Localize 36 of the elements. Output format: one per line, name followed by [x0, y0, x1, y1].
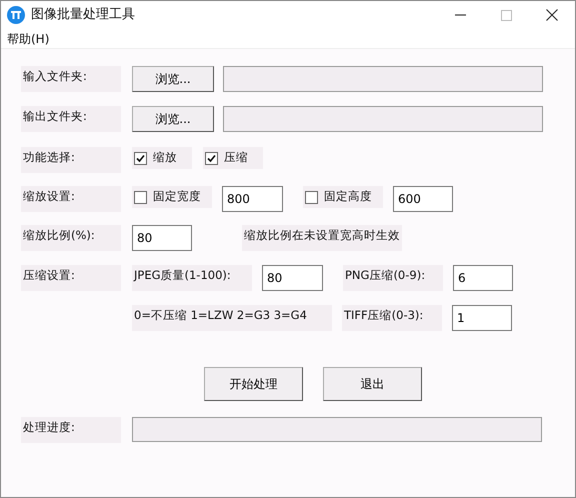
check-icon — [207, 154, 216, 162]
window-title: 图像批量处理工具 — [31, 6, 135, 24]
app-logo-icon — [7, 6, 25, 24]
field-label: 功能选择: — [21, 147, 121, 173]
field-label: 缩放设置: — [21, 186, 121, 212]
field-label: 输出文件夹: — [21, 106, 121, 132]
maximize-icon — [500, 10, 512, 20]
action-button[interactable]: 退出 — [323, 367, 422, 401]
menu-item[interactable]: 帮助(H) — [7, 30, 50, 48]
browse-button[interactable]: 浏览... — [132, 66, 214, 92]
field-label: 输入文件夹: — [21, 66, 121, 92]
checkbox[interactable]: 固定高度 — [303, 186, 383, 208]
action-button[interactable]: 开始处理 — [204, 367, 303, 401]
field-label: PNG压缩(0-9): — [343, 265, 443, 291]
close-icon — [546, 9, 558, 21]
field-label: 处理进度: — [21, 417, 121, 443]
field-label: TIFF压缩(0-3): — [342, 305, 442, 331]
minimize-icon — [454, 14, 466, 16]
checkbox[interactable]: 缩放 — [132, 147, 192, 169]
path-field[interactable] — [223, 66, 543, 92]
text-input[interactable]: 600 — [393, 186, 453, 212]
text-input[interactable]: 6 — [453, 265, 513, 291]
checkbox[interactable]: 固定宽度 — [132, 186, 212, 208]
hint-text: 缩放比例在未设置宽高时生效 — [242, 225, 402, 251]
field-label: 压缩设置: — [21, 265, 121, 291]
checkbox[interactable]: 压缩 — [203, 147, 263, 169]
check-icon — [136, 154, 145, 162]
browse-button[interactable]: 浏览... — [132, 106, 214, 132]
field-label: 缩放比例(%): — [21, 225, 121, 251]
text-input[interactable]: 80 — [262, 265, 323, 291]
field-label: JPEG质量(1-100): — [132, 265, 252, 291]
hint-text: 0=不压缩 1=LZW 2=G3 3=G4 — [132, 305, 332, 331]
path-field[interactable] — [223, 106, 543, 132]
text-input[interactable]: 80 — [132, 225, 192, 251]
text-input[interactable]: 1 — [452, 305, 512, 331]
text-input[interactable]: 800 — [222, 186, 283, 212]
